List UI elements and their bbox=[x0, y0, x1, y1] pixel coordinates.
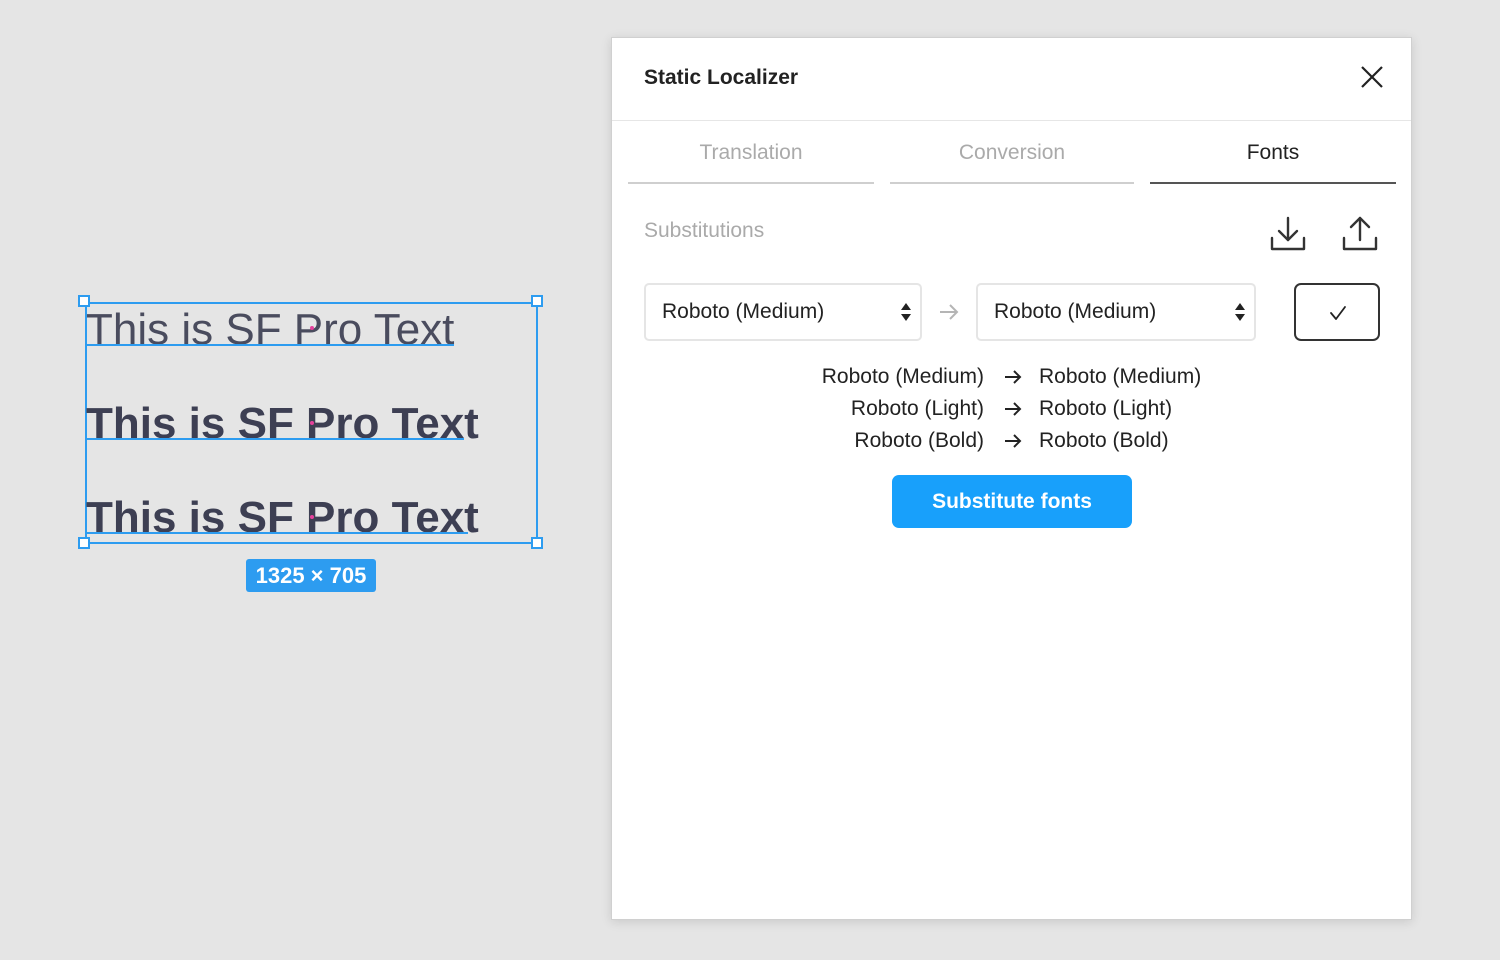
panel-title: Static Localizer bbox=[644, 66, 799, 89]
resize-handle-top-right[interactable] bbox=[531, 295, 543, 307]
upload-icon[interactable] bbox=[1340, 214, 1380, 254]
check-icon bbox=[1330, 306, 1346, 320]
source-font-select[interactable]: Roboto (Medium) bbox=[644, 283, 922, 341]
text-baseline bbox=[86, 344, 454, 346]
select-arrows-icon bbox=[1235, 303, 1245, 321]
substitution-from: Roboto (Medium) bbox=[821, 365, 984, 388]
substitution-row: Roboto (Light) Roboto (Light) bbox=[612, 395, 1411, 427]
anchor-dot bbox=[310, 515, 314, 519]
close-icon[interactable] bbox=[1359, 64, 1385, 90]
tab-bar: Translation Conversion Fonts bbox=[628, 138, 1396, 184]
arrow-right-icon bbox=[940, 304, 959, 320]
panel-header: Static Localizer bbox=[612, 38, 1411, 121]
resize-handle-bottom-right[interactable] bbox=[531, 537, 543, 549]
target-font-select[interactable]: Roboto (Medium) bbox=[976, 283, 1256, 341]
arrow-right-icon bbox=[1005, 402, 1022, 416]
dimension-badge: 1325 × 705 bbox=[246, 559, 376, 592]
substitution-from: Roboto (Bold) bbox=[854, 429, 984, 452]
source-font-value: Roboto (Medium) bbox=[662, 300, 825, 323]
substitution-from: Roboto (Light) bbox=[850, 397, 984, 420]
tab-translation[interactable]: Translation bbox=[628, 138, 874, 184]
substitution-to: Roboto (Light) bbox=[1039, 397, 1173, 420]
add-substitution-button[interactable] bbox=[1294, 283, 1380, 341]
section-label: Substitutions bbox=[644, 219, 765, 242]
substitution-to: Roboto (Bold) bbox=[1039, 429, 1169, 452]
tab-fonts[interactable]: Fonts bbox=[1150, 138, 1396, 184]
arrow-right-icon bbox=[1005, 434, 1022, 448]
substitution-row: Roboto (Bold) Roboto (Bold) bbox=[612, 427, 1411, 459]
anchor-dot bbox=[310, 326, 314, 330]
arrow-right-icon bbox=[1005, 370, 1022, 384]
anchor-dot bbox=[310, 421, 314, 425]
download-icon[interactable] bbox=[1268, 214, 1308, 254]
text-baseline bbox=[86, 438, 464, 440]
substitute-fonts-button[interactable]: Substitute fonts bbox=[892, 475, 1132, 528]
select-arrows-icon bbox=[901, 303, 911, 321]
substitution-to: Roboto (Medium) bbox=[1039, 365, 1202, 388]
substitution-row: Roboto (Medium) Roboto (Medium) bbox=[612, 363, 1411, 395]
text-baseline bbox=[86, 532, 468, 534]
target-font-value: Roboto (Medium) bbox=[994, 300, 1157, 323]
substitution-list: Roboto (Medium) Roboto (Medium) Roboto (… bbox=[612, 363, 1411, 459]
tab-conversion[interactable]: Conversion bbox=[890, 138, 1134, 184]
plugin-panel: Static Localizer Translation Conversion … bbox=[611, 37, 1412, 920]
